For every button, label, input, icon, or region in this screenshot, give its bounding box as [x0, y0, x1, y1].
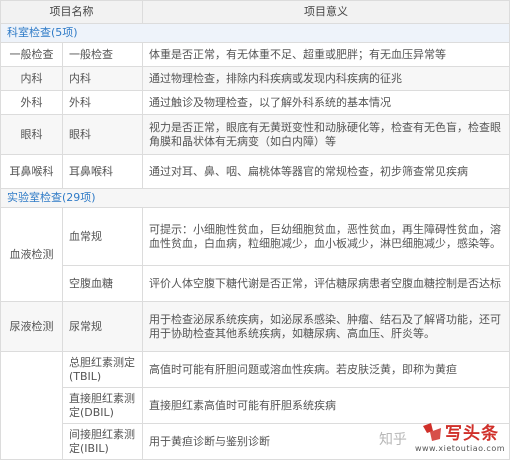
header-item-name: 项目名称	[0, 0, 143, 24]
table-row: 空腹血糖 评价人体空腹下糖代谢是否正常，评估糖尿病患者空腹血糖控制是否达标	[1, 265, 510, 302]
item-name-cell: 内科	[62, 66, 143, 91]
category-cell: 耳鼻喉科	[0, 154, 63, 189]
category-cell: 眼科	[0, 114, 63, 155]
table-row: 外科 外科 通过触诊及物理检查，以了解外科系统的基本情况	[0, 90, 510, 115]
item-name-cell: 耳鼻喉科	[62, 154, 143, 189]
item-meaning-cell: 通过物理检查，排除内科疾病或发现内科疾病的征兆	[142, 66, 510, 91]
item-name-cell: 外科	[62, 90, 143, 115]
category-cell-empty	[0, 351, 63, 460]
category-cell: 血液检测	[0, 207, 63, 302]
item-meaning-cell: 可提示：小细胞性贫血，巨幼细胞贫血，恶性贫血，再生障碍性贫血，溶血性贫血，白血病…	[142, 207, 510, 266]
item-meaning-cell: 通过触诊及物理检查，以了解外科系统的基本情况	[142, 90, 510, 115]
table-row: 血液检测 血常规 可提示：小细胞性贫血，巨幼细胞贫血，恶性贫血，再生障碍性贫血，…	[0, 207, 510, 302]
table-row: 尿液检测 尿常规 用于检查泌尿系统疾病，如泌尿系感染、肿瘤、结石及了解肾功能，还…	[0, 301, 510, 352]
item-meaning-cell: 体重是否正常，有无体重不足、超重或肥胖；有无血压异常等	[142, 42, 510, 67]
table-row: 耳鼻喉科 耳鼻喉科 通过对耳、鼻、咽、扁桃体等器官的常规检查，初步筛查常见疾病	[0, 154, 510, 189]
category-cell: 内科	[0, 66, 63, 91]
section-title: 科室检查(5项)	[0, 23, 510, 43]
table-row: 眼科 眼科 视力是否正常，眼底有无黄斑变性和动脉硬化等，检查有无色盲，检查眼角膜…	[0, 114, 510, 155]
item-name-cell: 总胆红素测定(TBIL)	[62, 351, 143, 388]
item-name-cell: 空腹血糖	[62, 265, 143, 302]
item-meaning-cell: 评价人体空腹下糖代谢是否正常，评估糖尿病患者空腹血糖控制是否达标	[142, 265, 510, 302]
page: 项目名称 项目意义 科室检查(5项) 一般检查 一般检查 体重是否正常，有无体重…	[0, 0, 511, 461]
section-title: 实验室检查(29项)	[0, 188, 510, 208]
section-lab-row: 实验室检查(29项)	[0, 188, 510, 208]
item-meaning-cell: 用于检查泌尿系统疾病，如泌尿系感染、肿瘤、结石及了解肾功能，还可用于协助检查其他…	[142, 301, 510, 352]
item-name-cell: 间接胆红素测定(IBIL)	[62, 423, 143, 460]
health-check-table: 项目名称 项目意义 科室检查(5项) 一般检查 一般检查 体重是否正常，有无体重…	[0, 0, 510, 460]
item-name-cell: 直接胆红素测定(DBIL)	[62, 387, 143, 424]
item-name-cell: 尿常规	[62, 301, 143, 352]
table-row: 内科 内科 通过物理检查，排除内科疾病或发现内科疾病的征兆	[0, 66, 510, 91]
item-name-cell: 血常规	[62, 207, 143, 266]
category-cell: 尿液检测	[0, 301, 63, 352]
table-row: 总胆红素测定(TBIL) 高值时可能有肝胆问题或溶血性疾病。若皮肤泛黄，即称为黄…	[0, 351, 510, 460]
header-row: 项目名称 项目意义	[0, 0, 510, 24]
table-row: 一般检查 一般检查 体重是否正常，有无体重不足、超重或肥胖；有无血压异常等	[0, 42, 510, 67]
item-name-cell: 一般检查	[62, 42, 143, 67]
section-dept-row: 科室检查(5项)	[0, 23, 510, 43]
category-cell: 一般检查	[0, 42, 63, 67]
brand-logo-icon	[421, 422, 443, 442]
item-meaning-cell: 通过对耳、鼻、咽、扁桃体等器官的常规检查，初步筛查常见疾病	[142, 154, 510, 189]
brand-watermark: 写头条 www.xietoutiao.com	[415, 419, 505, 453]
item-meaning-cell: 视力是否正常，眼底有无黄斑变性和动脉硬化等，检查有无色盲，检查眼角膜和晶状体有无…	[142, 114, 510, 155]
category-cell: 外科	[0, 90, 63, 115]
zhihu-watermark: 知乎	[378, 432, 407, 448]
watermark: 知乎 写头条 www.xietoutiao.com	[379, 419, 505, 453]
brand-url: www.xietoutiao.com	[414, 444, 505, 453]
brand-title: 写头条	[444, 424, 499, 444]
item-meaning-cell: 高值时可能有肝胆问题或溶血性疾病。若皮肤泛黄，即称为黄疸	[142, 351, 510, 388]
item-name-cell: 眼科	[62, 114, 143, 155]
header-item-meaning: 项目意义	[142, 0, 510, 24]
